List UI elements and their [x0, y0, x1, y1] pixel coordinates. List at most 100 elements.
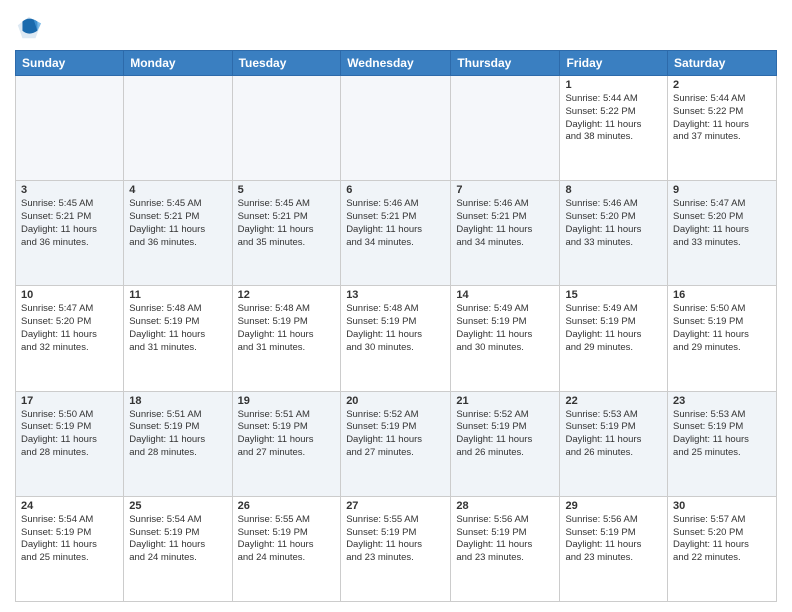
calendar-cell: 27 Sunrise: 5:55 AMSunset: 5:19 PMDayligh…: [341, 496, 451, 601]
day-number: 30: [673, 500, 771, 512]
calendar-cell: [124, 76, 232, 181]
day-number: 14: [456, 289, 554, 301]
day-number: 25: [129, 500, 226, 512]
calendar-cell: 10 Sunrise: 5:47 AMSunset: 5:20 PMDayligh…: [16, 286, 124, 391]
calendar-cell: 21 Sunrise: 5:52 AMSunset: 5:19 PMDayligh…: [451, 391, 560, 496]
day-number: 6: [346, 184, 445, 196]
day-number: 15: [565, 289, 662, 301]
day-info: Sunrise: 5:50 AMSunset: 5:19 PMDaylight:…: [21, 409, 118, 460]
day-number: 26: [238, 500, 336, 512]
day-number: 17: [21, 395, 118, 407]
calendar-cell: 22 Sunrise: 5:53 AMSunset: 5:19 PMDayligh…: [560, 391, 668, 496]
calendar-cell: 14 Sunrise: 5:49 AMSunset: 5:19 PMDayligh…: [451, 286, 560, 391]
day-number: 24: [21, 500, 118, 512]
calendar-cell: 13 Sunrise: 5:48 AMSunset: 5:19 PMDayligh…: [341, 286, 451, 391]
weekday-header-tuesday: Tuesday: [232, 51, 341, 76]
calendar-cell: 2 Sunrise: 5:44 AMSunset: 5:22 PMDaylight…: [668, 76, 777, 181]
weekday-header-friday: Friday: [560, 51, 668, 76]
calendar-table: SundayMondayTuesdayWednesdayThursdayFrid…: [15, 50, 777, 602]
calendar-cell: 26 Sunrise: 5:55 AMSunset: 5:19 PMDayligh…: [232, 496, 341, 601]
day-info: Sunrise: 5:55 AMSunset: 5:19 PMDaylight:…: [238, 514, 336, 565]
day-number: 13: [346, 289, 445, 301]
calendar-cell: [341, 76, 451, 181]
calendar-cell: 4 Sunrise: 5:45 AMSunset: 5:21 PMDaylight…: [124, 181, 232, 286]
calendar-cell: 30 Sunrise: 5:57 AMSunset: 5:20 PMDayligh…: [668, 496, 777, 601]
day-number: 22: [565, 395, 662, 407]
day-info: Sunrise: 5:48 AMSunset: 5:19 PMDaylight:…: [346, 303, 445, 354]
day-info: Sunrise: 5:46 AMSunset: 5:21 PMDaylight:…: [456, 198, 554, 249]
day-info: Sunrise: 5:55 AMSunset: 5:19 PMDaylight:…: [346, 514, 445, 565]
day-info: Sunrise: 5:44 AMSunset: 5:22 PMDaylight:…: [673, 93, 771, 144]
day-number: 1: [565, 79, 662, 91]
day-number: 27: [346, 500, 445, 512]
day-info: Sunrise: 5:51 AMSunset: 5:19 PMDaylight:…: [129, 409, 226, 460]
day-info: Sunrise: 5:56 AMSunset: 5:19 PMDaylight:…: [456, 514, 554, 565]
calendar-cell: 8 Sunrise: 5:46 AMSunset: 5:20 PMDaylight…: [560, 181, 668, 286]
calendar-cell: 7 Sunrise: 5:46 AMSunset: 5:21 PMDaylight…: [451, 181, 560, 286]
calendar-week-2: 3 Sunrise: 5:45 AMSunset: 5:21 PMDaylight…: [16, 181, 777, 286]
day-info: Sunrise: 5:45 AMSunset: 5:21 PMDaylight:…: [238, 198, 336, 249]
calendar-cell: 29 Sunrise: 5:56 AMSunset: 5:19 PMDayligh…: [560, 496, 668, 601]
calendar-cell: 19Sunrise: 5:51 AMSunset: 5:19 PMDayligh…: [232, 391, 341, 496]
day-number: 7: [456, 184, 554, 196]
day-info: Sunrise: 5:57 AMSunset: 5:20 PMDaylight:…: [673, 514, 771, 565]
day-number: 21: [456, 395, 554, 407]
day-info: Sunrise: 5:45 AMSunset: 5:21 PMDaylight:…: [21, 198, 118, 249]
day-info: Sunrise: 5:47 AMSunset: 5:20 PMDaylight:…: [21, 303, 118, 354]
calendar-week-1: 1 Sunrise: 5:44 AMSunset: 5:22 PMDaylight…: [16, 76, 777, 181]
day-info: Sunrise: 5:51 AMSunset: 5:19 PMDaylight:…: [238, 409, 336, 460]
day-number: 12: [238, 289, 336, 301]
day-number: 2: [673, 79, 771, 91]
calendar-cell: 16 Sunrise: 5:50 AMSunset: 5:19 PMDayligh…: [668, 286, 777, 391]
day-number: 23: [673, 395, 771, 407]
calendar-cell: 23 Sunrise: 5:53 AMSunset: 5:19 PMDayligh…: [668, 391, 777, 496]
day-number: 16: [673, 289, 771, 301]
calendar-week-4: 17 Sunrise: 5:50 AMSunset: 5:19 PMDayligh…: [16, 391, 777, 496]
day-info: Sunrise: 5:52 AMSunset: 5:19 PMDaylight:…: [456, 409, 554, 460]
day-number: 28: [456, 500, 554, 512]
day-number: 10: [21, 289, 118, 301]
weekday-header-sunday: Sunday: [16, 51, 124, 76]
day-info: Sunrise: 5:49 AMSunset: 5:19 PMDaylight:…: [456, 303, 554, 354]
calendar-cell: 24 Sunrise: 5:54 AMSunset: 5:19 PMDayligh…: [16, 496, 124, 601]
day-info: Sunrise: 5:53 AMSunset: 5:19 PMDaylight:…: [565, 409, 662, 460]
header: [15, 10, 777, 42]
calendar-week-3: 10 Sunrise: 5:47 AMSunset: 5:20 PMDayligh…: [16, 286, 777, 391]
calendar-week-5: 24 Sunrise: 5:54 AMSunset: 5:19 PMDayligh…: [16, 496, 777, 601]
calendar-cell: 17 Sunrise: 5:50 AMSunset: 5:19 PMDayligh…: [16, 391, 124, 496]
weekday-header-row: SundayMondayTuesdayWednesdayThursdayFrid…: [16, 51, 777, 76]
day-info: Sunrise: 5:49 AMSunset: 5:19 PMDaylight:…: [565, 303, 662, 354]
day-info: Sunrise: 5:47 AMSunset: 5:20 PMDaylight:…: [673, 198, 771, 249]
calendar-cell: 28 Sunrise: 5:56 AMSunset: 5:19 PMDayligh…: [451, 496, 560, 601]
day-number: 8: [565, 184, 662, 196]
day-info: Sunrise: 5:54 AMSunset: 5:19 PMDaylight:…: [129, 514, 226, 565]
page: SundayMondayTuesdayWednesdayThursdayFrid…: [0, 0, 792, 612]
day-number: 5: [238, 184, 336, 196]
day-info: Sunrise: 5:48 AMSunset: 5:19 PMDaylight:…: [238, 303, 336, 354]
day-info: Sunrise: 5:48 AMSunset: 5:19 PMDaylight:…: [129, 303, 226, 354]
calendar-cell: 1Sunrise: 5:44 AMSunset: 5:22 PMDaylight…: [560, 76, 668, 181]
calendar-cell: 25 Sunrise: 5:54 AMSunset: 5:19 PMDayligh…: [124, 496, 232, 601]
calendar-cell: [451, 76, 560, 181]
calendar-cell: 20 Sunrise: 5:52 AMSunset: 5:19 PMDayligh…: [341, 391, 451, 496]
day-number: 4: [129, 184, 226, 196]
weekday-header-wednesday: Wednesday: [341, 51, 451, 76]
day-info: Sunrise: 5:54 AMSunset: 5:19 PMDaylight:…: [21, 514, 118, 565]
day-info: Sunrise: 5:52 AMSunset: 5:19 PMDaylight:…: [346, 409, 445, 460]
day-number: 20: [346, 395, 445, 407]
day-info: Sunrise: 5:56 AMSunset: 5:19 PMDaylight:…: [565, 514, 662, 565]
day-number: 3: [21, 184, 118, 196]
day-info: Sunrise: 5:50 AMSunset: 5:19 PMDaylight:…: [673, 303, 771, 354]
day-info: Sunrise: 5:46 AMSunset: 5:20 PMDaylight:…: [565, 198, 662, 249]
day-number: 11: [129, 289, 226, 301]
day-info: Sunrise: 5:45 AMSunset: 5:21 PMDaylight:…: [129, 198, 226, 249]
day-info: Sunrise: 5:46 AMSunset: 5:21 PMDaylight:…: [346, 198, 445, 249]
day-info: Sunrise: 5:53 AMSunset: 5:19 PMDaylight:…: [673, 409, 771, 460]
calendar-cell: 9Sunrise: 5:47 AMSunset: 5:20 PMDaylight…: [668, 181, 777, 286]
calendar-cell: 12 Sunrise: 5:48 AMSunset: 5:19 PMDayligh…: [232, 286, 341, 391]
weekday-header-monday: Monday: [124, 51, 232, 76]
calendar-cell: 18 Sunrise: 5:51 AMSunset: 5:19 PMDayligh…: [124, 391, 232, 496]
day-number: 29: [565, 500, 662, 512]
calendar-cell: 3 Sunrise: 5:45 AMSunset: 5:21 PMDaylight…: [16, 181, 124, 286]
day-number: 18: [129, 395, 226, 407]
